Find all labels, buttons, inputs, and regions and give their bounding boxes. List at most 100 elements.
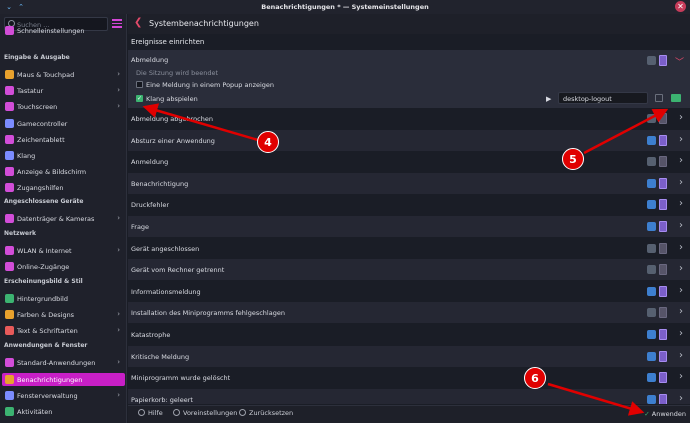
sound-file-field[interactable]: desktop-logout [558,92,648,104]
apply-button[interactable]: ✓ Anwenden [644,410,686,418]
chevron-right-icon: › [117,246,120,254]
popup-indicator-icon [647,373,656,383]
chevron-right-icon[interactable]: › [679,328,683,339]
chevron-right-icon[interactable]: › [679,155,683,166]
section-title: Ereignisse einrichten [131,38,205,46]
sidebar-item-label: Touchscreen [17,103,58,111]
clear-sound-icon[interactable] [655,94,663,102]
folder-open-icon[interactable] [671,94,681,102]
event-row[interactable]: Miniprogramm wurde gelöscht › [128,367,690,388]
defaults-label: Voreinstellungen [183,409,238,417]
chevron-right-icon[interactable]: › [679,371,683,382]
event-row[interactable]: Absturz einer Anwendung › [128,129,690,151]
sidebar-item[interactable]: Tastatur › [2,84,125,97]
chevron-right-icon[interactable]: › [679,177,683,188]
popup-checkbox[interactable] [136,81,143,88]
sidebar-item[interactable]: Schnelleinstellungen [2,24,125,37]
event-row[interactable]: Papierkorb: geleert › [128,388,690,404]
popup-indicator-icon [647,222,656,231]
drive-icon [5,214,14,223]
defaults-icon [173,409,180,416]
activities-icon [5,407,14,416]
chevron-right-icon[interactable]: › [679,263,683,274]
chevron-right-icon[interactable]: › [679,350,683,361]
sound-indicator-icon [659,156,667,168]
sidebar-item[interactable]: WLAN & Internet › [2,244,125,257]
chevron-right-icon: › [117,310,120,318]
back-button[interactable]: ❮ [134,17,142,28]
help-button[interactable]: Hilfe [138,409,163,421]
sidebar-item[interactable]: Touchscreen › [2,100,125,113]
event-row[interactable]: Anmeldung › [128,151,690,172]
sidebar-item[interactable]: Zeichentablett [2,133,125,146]
expanded-event[interactable]: Abmeldung ﹀ Die Sitzung wird beendet Ein… [128,50,690,108]
popup-indicator-icon [647,178,656,188]
sidebar-item-label: Anzeige & Bildschirm [17,168,87,176]
sidebar-item[interactable]: Fensterverwaltung › [2,389,125,402]
reset-icon [239,409,246,416]
chevron-right-icon[interactable]: › [679,306,683,317]
apply-label: Anwenden [651,410,686,418]
chevron-right-icon: › [117,214,120,222]
sidebar-item[interactable]: Hintergrundbild [2,292,125,305]
sidebar-item[interactable]: Farben & Designs › [2,308,125,321]
sidebar-item[interactable]: Maus & Touchpad › [2,68,125,81]
sound-indicator-icon [659,264,667,276]
sidebar-item[interactable]: Text & Schriftarten › [2,324,125,337]
sound-checkbox[interactable]: ✓ [136,95,143,102]
sidebar-item[interactable]: Aktivitäten [2,405,125,418]
event-row[interactable]: Gerät vom Rechner getrennt › [128,259,690,281]
main-panel: ❮ Systembenachrichtigungen Ereignisse ei… [128,14,690,423]
sidebar-item[interactable]: Online-Zugänge [2,260,125,273]
event-row[interactable]: Benachrichtigung › [128,172,690,194]
sidebar-item-label: Datenträger & Kameras [17,215,95,223]
defaults-button[interactable]: Voreinstellungen [173,409,237,421]
event-row[interactable]: Kritische Meldung › [128,345,690,367]
quick-settings-icon [5,26,14,35]
event-row[interactable]: Frage › [128,216,690,237]
event-label: Katastrophe [131,331,171,339]
chevron-right-icon[interactable]: › [679,112,683,123]
window-icon [5,391,14,400]
sound-indicator-icon [659,55,667,66]
sidebar-item[interactable]: Gamecontroller [2,117,125,130]
sidebar-item-label: Gamecontroller [17,120,68,128]
sidebar-item-label: Online-Zugänge [17,263,70,271]
event-row[interactable]: Gerät angeschlossen › [128,238,690,259]
chevron-right-icon[interactable]: › [679,285,683,296]
chevron-right-icon[interactable]: › [679,393,683,404]
sidebar-heading: Anwendungen & Fenster [4,342,88,349]
sidebar-heading: Erscheinungsbild & Stil [4,278,83,285]
play-sound-button[interactable]: ▶ [546,95,551,103]
close-button[interactable]: ✕ [675,1,686,12]
sidebar-item-label: Maus & Touchpad [17,71,75,79]
sound-indicator-icon [659,372,667,384]
event-row[interactable]: Abmeldung abgebrochen › [128,108,690,129]
sidebar-item[interactable]: Klang [2,149,125,162]
sidebar-item[interactable]: Benachrichtigungen [2,373,125,386]
chevron-right-icon[interactable]: › [679,134,683,145]
sidebar-item-label: Benachrichtigungen [17,376,83,384]
event-row[interactable]: Installation des Miniprogramms fehlgesch… [128,302,690,324]
collapse-icon[interactable]: ﹀ [675,55,684,68]
sidebar-item[interactable]: Zugangshilfen [2,181,125,194]
event-row[interactable]: Informationsmeldung › [128,281,690,302]
chevron-right-icon[interactable]: › [679,220,683,231]
font-icon [5,326,14,335]
popup-indicator-icon [647,114,656,123]
event-label: Miniprogramm wurde gelöscht [131,374,231,383]
tablet-icon [5,135,14,144]
reset-button[interactable]: Zurücksetzen [239,409,293,421]
chevron-right-icon[interactable]: › [679,198,683,209]
event-row[interactable]: Katastrophe › [128,324,690,345]
sidebar-item[interactable]: Anzeige & Bildschirm [2,165,125,178]
popup-indicator-icon [647,286,656,296]
sound-indicator-icon [659,221,667,232]
chevron-right-icon[interactable]: › [679,242,683,253]
sidebar-item[interactable]: Standard-Anwendungen › [2,356,125,369]
sidebar-item-label: WLAN & Internet [17,247,72,255]
popup-indicator-icon [647,330,656,339]
sidebar-item[interactable]: Datenträger & Kameras › [2,212,125,225]
sidebar-item-label: Text & Schriftarten [17,327,78,335]
event-row[interactable]: Druckfehler › [128,194,690,215]
